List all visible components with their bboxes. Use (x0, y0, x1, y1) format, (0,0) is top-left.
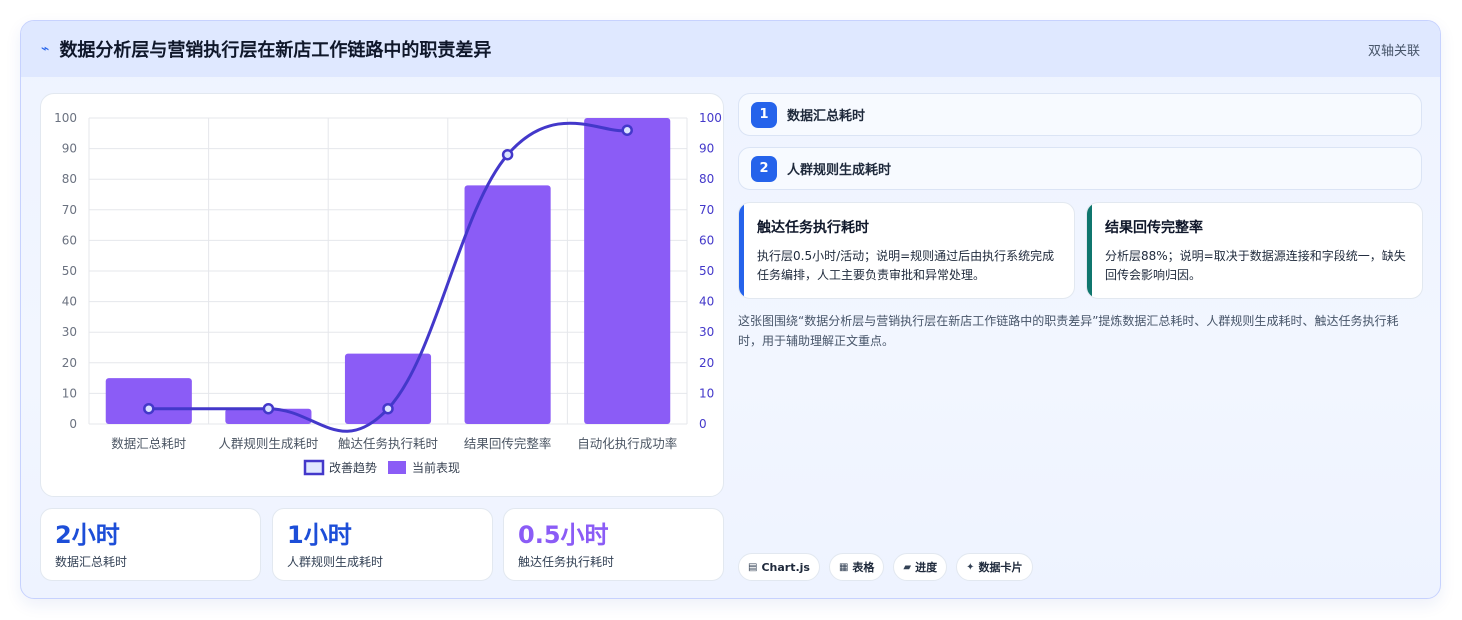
y-tick-label: 80 (62, 172, 77, 186)
step-label: 人群规则生成耗时 (787, 163, 892, 178)
y2-tick-label: 40 (699, 295, 714, 309)
chip-table[interactable]: ▦ 表格 (828, 553, 885, 581)
y2-tick-label: 0 (699, 417, 707, 431)
legend-swatch-trend (303, 459, 325, 476)
combo-chart: 0 0 10 10 20 20 30 30 40 40 50 50 60 60 70 70 80 80 90 90 10… (54, 111, 722, 476)
y2-tick-label: 30 (699, 325, 714, 339)
y-tick-label: 30 (62, 325, 77, 339)
chart-container: 0 0 10 10 20 20 30 30 40 40 50 50 60 60 70 70 80 80 90 90 10… (40, 93, 724, 497)
y-tick-label: 60 (62, 233, 77, 247)
y-tick-label: 20 (62, 356, 77, 370)
stat-label: 触达任务执行耗时 (518, 555, 615, 569)
stat-card-2: 1小时 人群规则生成耗时 (272, 508, 493, 581)
accent-bar (739, 203, 744, 298)
stat-card-3: 0.5小时 触达任务执行耗时 (503, 508, 724, 581)
y-tick-label: 70 (62, 203, 77, 217)
bar-4 (464, 185, 551, 424)
detail-text: 执行层0.5小时/活动；说明=规则通过后由执行系统完成任务编排，人工主要负责审批… (757, 249, 1055, 282)
card-header: ⌁ 数据分析层与营销执行层在新店工作链路中的职责差异 双轴关联 (21, 21, 1440, 77)
y-tick-label: 0 (69, 417, 77, 431)
pulse-icon: ⌁ (41, 41, 50, 57)
x-tick-label: 数据汇总耗时 (111, 436, 187, 451)
y-tick-label: 50 (62, 264, 77, 278)
y2-tick-label: 100 (699, 111, 722, 125)
trend-point-3 (382, 402, 394, 415)
y-tick-label: 90 (62, 142, 77, 156)
detail-title: 触达任务执行耗时 (757, 220, 869, 236)
accent-bar (1087, 203, 1092, 298)
x-tick-label: 人群规则生成耗时 (218, 436, 319, 451)
detail-card-1: 触达任务执行耗时 执行层0.5小时/活动；说明=规则通过后由执行系统完成任务编排… (738, 202, 1075, 299)
x-tick-label: 触达任务执行耗时 (338, 436, 439, 451)
stat-value: 1小时 (287, 521, 352, 549)
legend-label-trend: 改善趋势 (329, 460, 377, 475)
step-number: 2 (751, 155, 777, 182)
sparkle-icon: ✦ (966, 561, 975, 573)
chip-label: 数据卡片 (978, 561, 1023, 574)
trend-point-1 (143, 402, 155, 415)
y2-tick-label: 20 (699, 356, 714, 370)
chart-card: ⌁ 数据分析层与营销执行层在新店工作链路中的职责差异 双轴关联 0 0 10 10 20… (20, 20, 1441, 599)
y2-tick-label: 10 (699, 386, 714, 400)
detail-title: 结果回传完整率 (1105, 220, 1203, 236)
y-tick-label: 100 (54, 111, 77, 125)
step-item-2[interactable]: 2 人群规则生成耗时 (738, 147, 1422, 190)
page-title: 数据分析层与营销执行层在新店工作链路中的职责差异 (59, 40, 492, 61)
bar-1 (105, 378, 192, 424)
chip-row: ▤ Chart.js ▦ 表格 ▰ 进度 ✦ 数据卡片 (738, 553, 1033, 581)
chip-progress[interactable]: ▰ 进度 (893, 553, 948, 581)
step-item-1[interactable]: 1 数据汇总耗时 (738, 93, 1422, 136)
detail-card-2: 结果回传完整率 分析层88%；说明=取决于数据源连接和字段统一，缺失回传会影响归… (1086, 202, 1423, 299)
legend-swatch-bar (388, 461, 406, 474)
step-label: 数据汇总耗时 (787, 109, 866, 124)
chart-mode-tag: 双轴关联 (1367, 43, 1420, 59)
x-tick-label: 结果回传完整率 (464, 436, 552, 451)
y2-tick-label: 80 (699, 172, 714, 186)
y-tick-label: 40 (62, 295, 77, 309)
y2-tick-label: 60 (699, 233, 714, 247)
table-icon: ▦ (838, 561, 849, 573)
trend-point-2 (262, 402, 275, 415)
legend-label-bar: 当前表现 (412, 460, 460, 475)
chip-label: 表格 (852, 561, 875, 574)
chip-data-card[interactable]: ✦ 数据卡片 (956, 553, 1033, 581)
summary-text: 这张图围绕“数据分析层与营销执行层在新店工作链路中的职责差异”提炼数据汇总耗时、… (738, 314, 1399, 348)
chip-chartjs[interactable]: ▤ Chart.js (738, 553, 820, 581)
chart-icon: ▤ (748, 561, 758, 573)
y2-tick-label: 50 (699, 264, 714, 278)
step-number: 1 (751, 101, 777, 128)
y-tick-label: 10 (62, 386, 77, 400)
y2-tick-label: 90 (699, 142, 714, 156)
stat-value: 0.5小时 (518, 521, 609, 549)
trend-point-4 (501, 148, 514, 161)
x-tick-label: 自动化执行成功率 (577, 436, 677, 451)
y2-tick-label: 70 (699, 203, 714, 217)
stat-label: 数据汇总耗时 (55, 555, 128, 569)
stat-card-1: 2小时 数据汇总耗时 (40, 508, 261, 581)
trend-point-5 (621, 124, 633, 136)
bar-5 (584, 118, 671, 424)
chip-label: Chart.js (761, 560, 810, 574)
stat-label: 人群规则生成耗时 (287, 555, 384, 569)
progress-icon: ▰ (903, 561, 912, 573)
chip-label: 进度 (915, 561, 938, 574)
stat-value: 2小时 (55, 521, 120, 549)
detail-text: 分析层88%；说明=取决于数据源连接和字段统一，缺失回传会影响归因。 (1105, 249, 1406, 282)
